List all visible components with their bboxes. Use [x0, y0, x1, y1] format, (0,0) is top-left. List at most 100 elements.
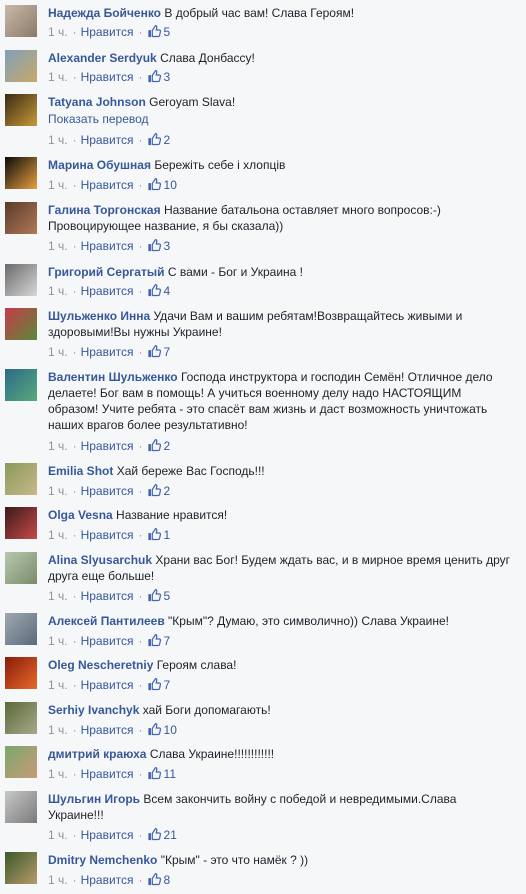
avatar[interactable]	[5, 94, 37, 126]
comment-timestamp[interactable]: 1 ч.	[48, 589, 68, 603]
avatar-image[interactable]	[5, 202, 37, 234]
avatar[interactable]	[5, 613, 37, 645]
like-button[interactable]: Нравится	[81, 178, 134, 192]
like-button[interactable]: Нравится	[81, 723, 134, 737]
comment-author[interactable]: Алексей Пантилеев	[48, 614, 165, 628]
avatar-image[interactable]	[5, 852, 37, 884]
avatar[interactable]	[5, 507, 37, 539]
comment-timestamp[interactable]: 1 ч.	[48, 178, 68, 192]
avatar[interactable]	[5, 50, 37, 82]
like-count-group[interactable]: 2	[147, 484, 170, 498]
like-button[interactable]: Нравится	[81, 828, 134, 842]
comment-timestamp[interactable]: 1 ч.	[48, 439, 68, 453]
comment-timestamp[interactable]: 1 ч.	[48, 634, 68, 648]
show-translation-link[interactable]: Показать перевод	[48, 111, 514, 127]
comment-timestamp[interactable]: 1 ч.	[48, 484, 68, 498]
avatar-image[interactable]	[5, 157, 37, 189]
like-button[interactable]: Нравится	[81, 345, 134, 359]
avatar-image[interactable]	[5, 94, 37, 126]
avatar-image[interactable]	[5, 264, 37, 296]
avatar-image[interactable]	[5, 50, 37, 82]
avatar[interactable]	[5, 746, 37, 778]
avatar[interactable]	[5, 852, 37, 884]
like-button[interactable]: Нравится	[81, 634, 134, 648]
comment-timestamp[interactable]: 1 ч.	[48, 345, 68, 359]
comment-author[interactable]: Галина Торгонская	[48, 203, 161, 217]
avatar-image[interactable]	[5, 369, 37, 401]
avatar[interactable]	[5, 463, 37, 495]
like-button[interactable]: Нравится	[81, 284, 134, 298]
comment-author[interactable]: Alina Slyusarchuk	[48, 553, 152, 567]
like-count-group[interactable]: 2	[147, 133, 170, 147]
like-count-group[interactable]: 7	[147, 345, 170, 359]
comment-timestamp[interactable]: 1 ч.	[48, 528, 68, 542]
like-count-group[interactable]: 8	[147, 873, 170, 887]
like-button[interactable]: Нравится	[81, 589, 134, 603]
comment-timestamp[interactable]: 1 ч.	[48, 723, 68, 737]
comment-timestamp[interactable]: 1 ч.	[48, 828, 68, 842]
avatar[interactable]	[5, 369, 37, 401]
comment-timestamp[interactable]: 1 ч.	[48, 25, 68, 39]
avatar-image[interactable]	[5, 5, 37, 37]
comment-timestamp[interactable]: 1 ч.	[48, 133, 68, 147]
comment-timestamp[interactable]: 1 ч.	[48, 767, 68, 781]
like-button[interactable]: Нравится	[81, 678, 134, 692]
like-button[interactable]: Нравится	[81, 439, 134, 453]
like-count-group[interactable]: 2	[147, 439, 170, 453]
like-count-group[interactable]: 11	[147, 767, 176, 781]
avatar-image[interactable]	[5, 552, 37, 584]
like-count-group[interactable]: 3	[147, 239, 170, 253]
avatar-image[interactable]	[5, 463, 37, 495]
like-count-group[interactable]: 7	[147, 634, 170, 648]
avatar[interactable]	[5, 702, 37, 734]
avatar-image[interactable]	[5, 702, 37, 734]
comment-author[interactable]: Alexander Serdyuk	[48, 51, 157, 65]
comment-author[interactable]: Надежда Бойченко	[48, 6, 161, 20]
like-count-group[interactable]: 21	[147, 828, 177, 842]
comment-timestamp[interactable]: 1 ч.	[48, 873, 68, 887]
like-button[interactable]: Нравится	[81, 70, 134, 84]
avatar-image[interactable]	[5, 308, 37, 340]
avatar[interactable]	[5, 202, 37, 234]
avatar[interactable]	[5, 791, 37, 823]
like-count-group[interactable]: 10	[147, 723, 177, 737]
comment-author[interactable]: Emilia Shot	[48, 464, 113, 478]
avatar[interactable]	[5, 264, 37, 296]
comment-author[interactable]: Марина Обушная	[48, 158, 151, 172]
like-button[interactable]: Нравится	[81, 767, 134, 781]
comment-author[interactable]: Валентин Шульженко	[48, 370, 178, 384]
comment-author[interactable]: Шульженко Инна	[48, 309, 150, 323]
avatar[interactable]	[5, 5, 37, 37]
avatar-image[interactable]	[5, 791, 37, 823]
like-count-group[interactable]: 5	[147, 589, 170, 603]
avatar[interactable]	[5, 552, 37, 584]
avatar-image[interactable]	[5, 613, 37, 645]
like-button[interactable]: Нравится	[81, 873, 134, 887]
avatar[interactable]	[5, 308, 37, 340]
comment-author[interactable]: Григорий Сергатый	[48, 265, 164, 279]
avatar-image[interactable]	[5, 657, 37, 689]
like-count-group[interactable]: 4	[147, 284, 170, 298]
comment-author[interactable]: дмитрий краюха	[48, 747, 146, 761]
avatar-image[interactable]	[5, 507, 37, 539]
comment-timestamp[interactable]: 1 ч.	[48, 239, 68, 253]
comment-author[interactable]: Oleg Nescheretniy	[48, 658, 153, 672]
avatar-image[interactable]	[5, 746, 37, 778]
comment-author[interactable]: Tatyana Johnson	[48, 95, 146, 109]
like-count-group[interactable]: 5	[147, 25, 170, 39]
like-count-group[interactable]: 1	[147, 528, 170, 542]
avatar[interactable]	[5, 157, 37, 189]
like-button[interactable]: Нравится	[81, 133, 134, 147]
like-button[interactable]: Нравится	[81, 528, 134, 542]
comment-author[interactable]: Dmitry Nemchenko	[48, 853, 157, 867]
like-count-group[interactable]: 3	[147, 70, 170, 84]
comment-timestamp[interactable]: 1 ч.	[48, 678, 68, 692]
comment-timestamp[interactable]: 1 ч.	[48, 284, 68, 298]
comment-author[interactable]: Serhiy Ivanchyk	[48, 703, 139, 717]
comment-author[interactable]: Шульгин Игорь	[48, 792, 140, 806]
avatar[interactable]	[5, 657, 37, 689]
like-button[interactable]: Нравится	[81, 484, 134, 498]
comment-author[interactable]: Olga Vesna	[48, 508, 113, 522]
like-count-group[interactable]: 10	[147, 178, 177, 192]
like-button[interactable]: Нравится	[81, 25, 134, 39]
